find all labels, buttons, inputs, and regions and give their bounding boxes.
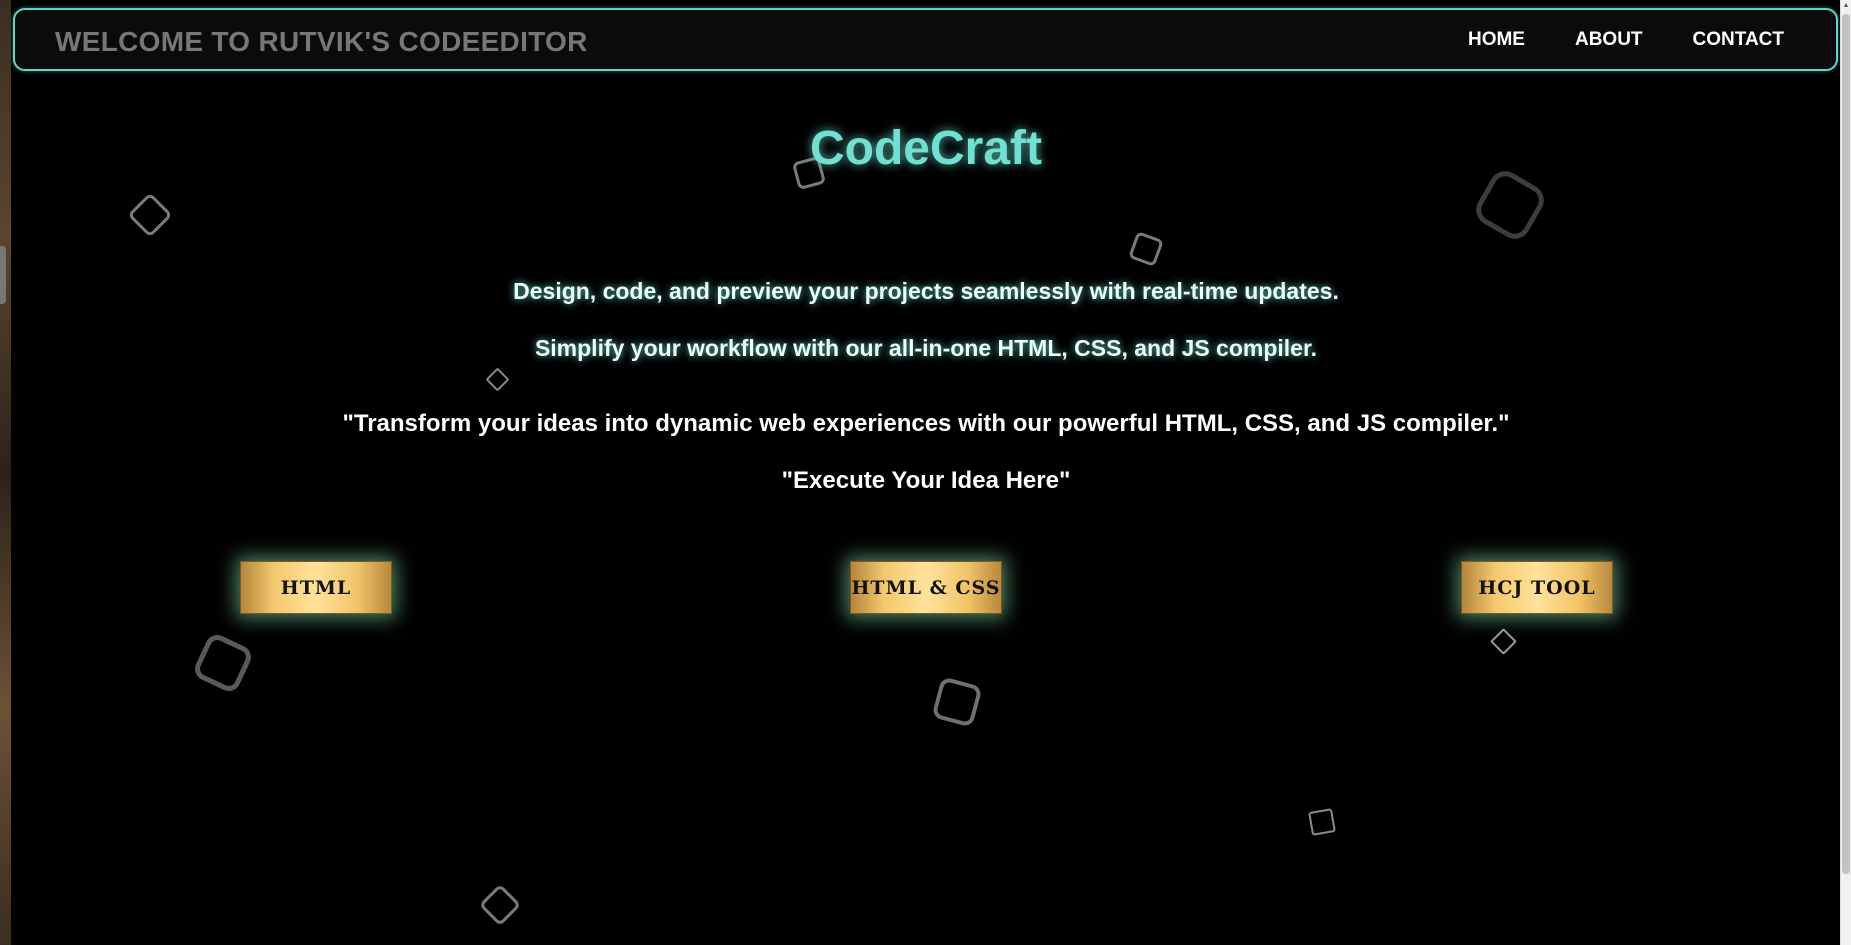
quote-text: "Transform your ideas into dynamic web e… <box>342 410 1510 437</box>
floating-square-shape <box>1490 628 1517 655</box>
cta-text: "Execute Your Idea Here" <box>781 467 1071 494</box>
nav-link-contact[interactable]: CONTACT <box>1693 29 1784 51</box>
floating-square-shape <box>931 676 983 728</box>
edge-tab <box>0 246 6 304</box>
page: WELCOME TO RUTVIK'S CODEEDITOR HOME ABOU… <box>11 0 1841 945</box>
hcj-tool-button[interactable]: HCJ TOOL <box>1461 561 1613 614</box>
floating-square-shape <box>127 192 173 238</box>
scrollbar[interactable]: ▲ <box>1840 0 1851 945</box>
scroll-up-arrow-icon[interactable]: ▲ <box>1841 0 1851 12</box>
background-edge <box>0 0 11 945</box>
floating-square-shape <box>478 883 522 927</box>
nav-links: HOME ABOUT CONTACT <box>1468 29 1784 51</box>
nav-link-home[interactable]: HOME <box>1468 29 1525 51</box>
floating-square-shape <box>1128 231 1164 267</box>
navbar: WELCOME TO RUTVIK'S CODEEDITOR HOME ABOU… <box>13 8 1838 71</box>
floating-square-shape <box>1308 808 1336 836</box>
brand-title: WELCOME TO RUTVIK'S CODEEDITOR <box>55 26 588 57</box>
scrollbar-thumb[interactable] <box>1842 14 1850 874</box>
tagline-realtime: Design, code, and preview your projects … <box>513 278 1339 304</box>
floating-square-shape <box>191 631 255 695</box>
floating-square-shape <box>485 367 510 392</box>
nav-link-about[interactable]: ABOUT <box>1575 29 1643 51</box>
html-button[interactable]: HTML <box>240 561 392 614</box>
floating-square-shape <box>1470 165 1550 245</box>
tagline-workflow: Simplify your workflow with our all-in-o… <box>534 335 1318 361</box>
html-css-button[interactable]: HTML & CSS <box>850 561 1002 614</box>
page-title: CodeCraft <box>809 122 1042 175</box>
